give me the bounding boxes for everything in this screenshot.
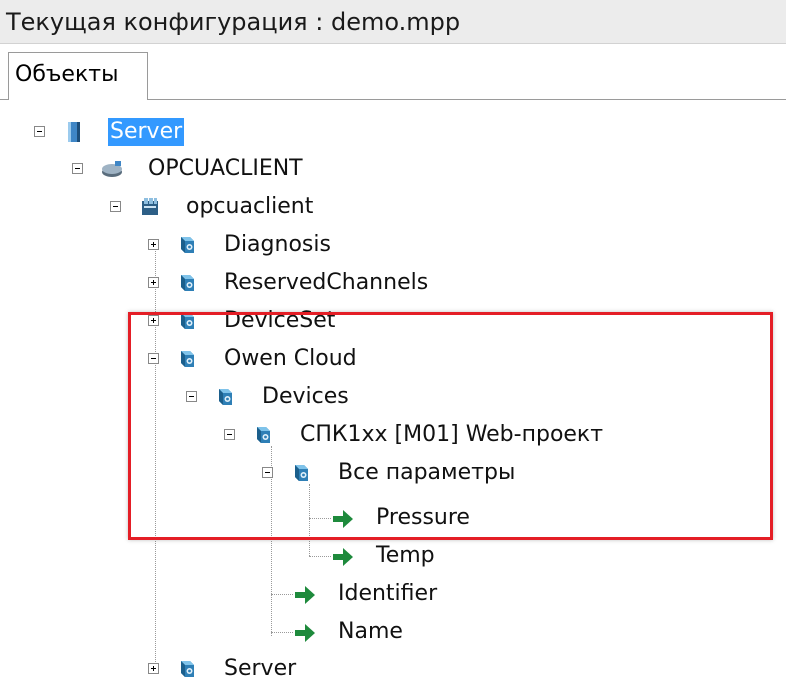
collapse-toggle[interactable] xyxy=(34,126,45,137)
collapse-toggle[interactable] xyxy=(72,163,83,174)
variable-arrow-icon xyxy=(331,545,355,569)
tree-guide-line xyxy=(309,556,331,557)
object-folder-icon xyxy=(176,657,200,681)
tree-node-label[interactable]: ReservedChannels xyxy=(222,269,430,297)
object-folder-icon xyxy=(176,271,200,295)
tree-guide-line xyxy=(271,632,293,633)
client-icon xyxy=(138,195,162,219)
tree-node-label[interactable]: Server xyxy=(222,655,298,683)
tree-node-label[interactable]: opcuaclient xyxy=(184,193,315,221)
object-folder-icon xyxy=(176,233,200,257)
collapse-toggle[interactable] xyxy=(110,201,121,212)
tab-strip: Объекты xyxy=(0,44,786,100)
tree-node-label[interactable]: Temp xyxy=(374,542,437,570)
expand-toggle[interactable] xyxy=(148,239,159,250)
tree-node-label[interactable]: Server xyxy=(108,118,185,146)
config-title: Текущая конфигурация : demo.mpp xyxy=(6,8,461,36)
tree-node-label[interactable]: Name xyxy=(336,618,405,646)
highlight-box xyxy=(128,312,773,540)
server-icon xyxy=(62,120,86,144)
expand-toggle[interactable] xyxy=(148,277,159,288)
variable-arrow-icon xyxy=(293,621,317,645)
expand-toggle[interactable] xyxy=(148,663,159,674)
variable-arrow-icon xyxy=(293,583,317,607)
tab-objects[interactable]: Объекты xyxy=(8,52,148,100)
tree-node-label[interactable]: Identifier xyxy=(336,580,439,608)
tree-node-label[interactable]: Diagnosis xyxy=(222,231,333,259)
tree-guide-line xyxy=(271,594,293,595)
module-icon xyxy=(100,157,124,181)
config-header: Текущая конфигурация : demo.mpp xyxy=(0,0,786,44)
tree-node-label[interactable]: OPCUACLIENT xyxy=(146,155,305,183)
